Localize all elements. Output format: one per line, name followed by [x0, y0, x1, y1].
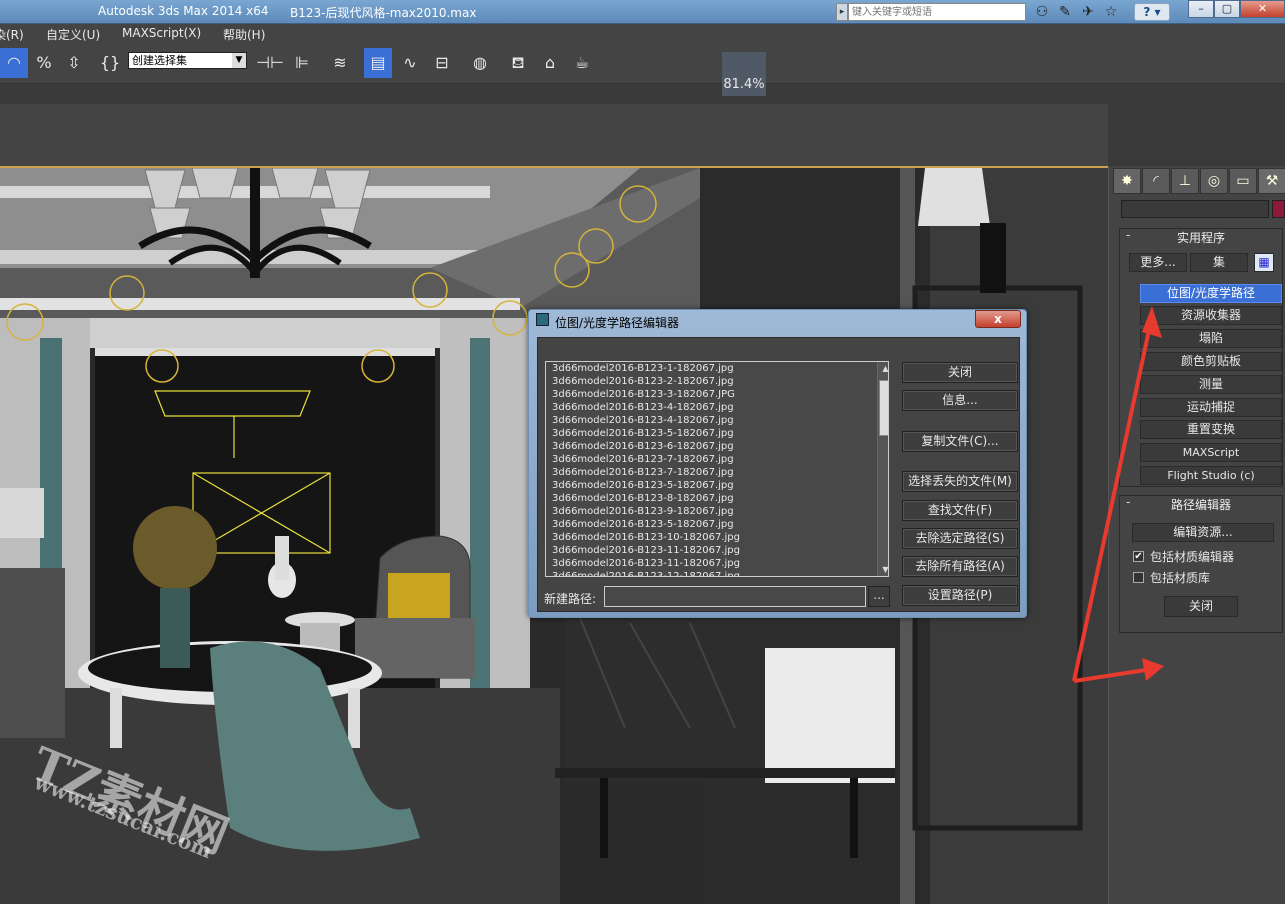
- file-list-item[interactable]: 3d66model2016-B123-7-182067.jpg: [549, 466, 888, 479]
- info-button[interactable]: 信息...: [902, 390, 1018, 411]
- file-list-item[interactable]: 3d66model2016-B123-11-182067.jpg: [549, 544, 888, 557]
- render-teapot-icon[interactable]: ☕: [568, 48, 596, 78]
- mirror-icon[interactable]: ⊣⊢: [256, 48, 284, 78]
- configure-sets-icon[interactable]: ▦: [1254, 253, 1274, 272]
- chevron-down-icon[interactable]: ▼: [232, 53, 246, 68]
- file-list-item[interactable]: 3d66model2016-B123-5-182067.jpg: [549, 479, 888, 492]
- dialog-body: 3d66model2016-B123-1-182067.jpg 3d66model…: [537, 337, 1020, 612]
- file-list-item[interactable]: 3d66model2016-B123-7-182067.jpg: [549, 453, 888, 466]
- scrollbar-thumb[interactable]: [879, 380, 888, 436]
- file-list-item[interactable]: 3d66model2016-B123-12-182067.jpg: [549, 570, 888, 576]
- edit-named-selection-icon[interactable]: {}: [96, 48, 124, 78]
- menu-bar: 染(R) 自定义(U) MAXScript(X) 帮助(H): [0, 24, 1285, 44]
- named-selection-set[interactable]: 创建选择集: [128, 52, 247, 69]
- scroll-down-icon[interactable]: ▼: [878, 563, 888, 575]
- binoculars-icon[interactable]: ⚇: [1032, 3, 1052, 21]
- wrench-icon[interactable]: ✎: [1055, 3, 1075, 21]
- help-button[interactable]: ? ▾: [1134, 3, 1170, 21]
- zoom-indicator: 81.4%: [722, 52, 766, 96]
- file-list-item[interactable]: 3d66model2016-B123-5-182067.jpg: [549, 518, 888, 531]
- file-list-item[interactable]: 3d66model2016-B123-4-182067.jpg: [549, 414, 888, 427]
- file-list-item[interactable]: 3d66model2016-B123-9-182067.jpg: [549, 505, 888, 518]
- hierarchy-icon[interactable]: ⊥: [1171, 168, 1199, 194]
- modify-icon[interactable]: ◜: [1142, 168, 1170, 194]
- rendered-frame-icon[interactable]: ⌂: [536, 48, 564, 78]
- utilities-icon[interactable]: ⚒: [1258, 168, 1285, 194]
- motion-icon[interactable]: ◎: [1200, 168, 1228, 194]
- file-list-item[interactable]: 3d66model2016-B123-11-182067.jpg: [549, 557, 888, 570]
- sets-button[interactable]: 集: [1190, 253, 1248, 272]
- minimize-button[interactable]: –: [1188, 0, 1214, 18]
- utilities-title: 实用程序: [1176, 231, 1225, 245]
- layer-manager-icon[interactable]: ≋: [326, 48, 354, 78]
- help-icon: ?: [1143, 5, 1151, 19]
- file-list-item[interactable]: 3d66model2016-B123-1-182067.jpg: [549, 362, 888, 375]
- render-setup-icon[interactable]: ⛾: [504, 48, 532, 78]
- app-title: Autodesk 3ds Max 2014 x64: [98, 4, 269, 18]
- star-icon[interactable]: ☆: [1101, 3, 1121, 21]
- schematic-view-icon[interactable]: ⊟: [428, 48, 456, 78]
- maximize-button[interactable]: ▢: [1214, 0, 1240, 18]
- dialog-close-button[interactable]: x: [975, 310, 1021, 328]
- find-files-button[interactable]: 查找文件(F): [902, 500, 1018, 521]
- window-close-button[interactable]: ✕: [1240, 0, 1285, 18]
- scene-explorer-icon[interactable]: ▤: [364, 48, 392, 78]
- menu-customize[interactable]: 自定义(U): [46, 26, 100, 43]
- create-icon[interactable]: ✸: [1113, 168, 1141, 194]
- command-panel: ✸ ◜ ⊥ ◎ ▭ ⚒ - 实用程序 更多... 集 ▦ 位图/光度学路径 资源…: [1072, 166, 1285, 904]
- ribbon-area: [0, 104, 1108, 166]
- utilities-rollout-header[interactable]: - 实用程序: [1120, 228, 1282, 245]
- file-list-scrollbar[interactable]: ▲ ▼: [877, 362, 888, 576]
- menu-help[interactable]: 帮助(H): [223, 26, 265, 43]
- copy-files-button[interactable]: 复制文件(C)...: [902, 431, 1018, 452]
- more-button[interactable]: 更多...: [1129, 253, 1187, 272]
- app-logo-icon: [536, 313, 549, 326]
- spinner-snap-icon[interactable]: ⇳: [60, 48, 88, 78]
- angle-snap-icon[interactable]: ◠: [0, 48, 28, 78]
- file-list-item[interactable]: 3d66model2016-B123-5-182067.jpg: [549, 427, 888, 440]
- file-list-item[interactable]: 3d66model2016-B123-6-182067.jpg: [549, 440, 888, 453]
- scroll-up-icon[interactable]: ▲: [878, 362, 888, 374]
- dialog-title: 位图/光度学路径编辑器: [555, 316, 680, 330]
- title-bar: Autodesk 3ds Max 2014 x64 B123-后现代风格-max…: [0, 0, 1285, 24]
- align-icon[interactable]: ⊫: [288, 48, 316, 78]
- file-list[interactable]: 3d66model2016-B123-1-182067.jpg 3d66model…: [545, 361, 889, 577]
- file-list-items: 3d66model2016-B123-1-182067.jpg 3d66model…: [546, 362, 888, 576]
- search-input[interactable]: [848, 3, 1026, 21]
- strip-selected-paths-button[interactable]: 去除选定路径(S): [902, 528, 1018, 549]
- file-list-item[interactable]: 3d66model2016-B123-8-182067.jpg: [549, 492, 888, 505]
- satellite-icon[interactable]: ✈: [1078, 3, 1098, 21]
- close-dialog-button[interactable]: 关闭: [902, 362, 1018, 383]
- bitmap-path-editor-dialog: 位图/光度学路径编辑器 x 3d66model2016-B123-1-18206…: [528, 309, 1027, 618]
- file-title: B123-后现代风格-max2010.max: [290, 6, 477, 20]
- collapse-icon: -: [1126, 228, 1131, 242]
- curve-editor-icon[interactable]: ∿: [396, 48, 424, 78]
- file-list-item[interactable]: 3d66model2016-B123-2-182067.jpg: [549, 375, 888, 388]
- display-icon[interactable]: ▭: [1229, 168, 1257, 194]
- object-color-swatch[interactable]: [1272, 200, 1285, 218]
- menu-maxscript[interactable]: MAXScript(X): [122, 26, 201, 40]
- browse-path-button[interactable]: ...: [868, 586, 890, 607]
- file-list-item[interactable]: 3d66model2016-B123-4-182067.jpg: [549, 401, 888, 414]
- material-editor-icon[interactable]: ◍: [466, 48, 494, 78]
- percent-snap-icon[interactable]: %: [30, 48, 58, 78]
- set-path-button[interactable]: 设置路径(P): [902, 585, 1018, 606]
- new-path-input[interactable]: [604, 586, 866, 607]
- annotation-arrows: [1072, 306, 1164, 683]
- select-missing-files-button[interactable]: 选择丢失的文件(M): [902, 471, 1018, 492]
- object-name-field[interactable]: [1121, 200, 1269, 218]
- strip-all-paths-button[interactable]: 去除所有路径(A): [902, 556, 1018, 577]
- menu-rendering[interactable]: 染(R): [0, 26, 24, 43]
- search-expand-button[interactable]: ▸: [836, 3, 848, 21]
- new-path-label: 新建路径:: [544, 592, 597, 606]
- file-list-item[interactable]: 3d66model2016-B123-10-182067.jpg: [549, 531, 888, 544]
- file-list-item[interactable]: 3d66model2016-B123-3-182067.JPG: [549, 388, 888, 401]
